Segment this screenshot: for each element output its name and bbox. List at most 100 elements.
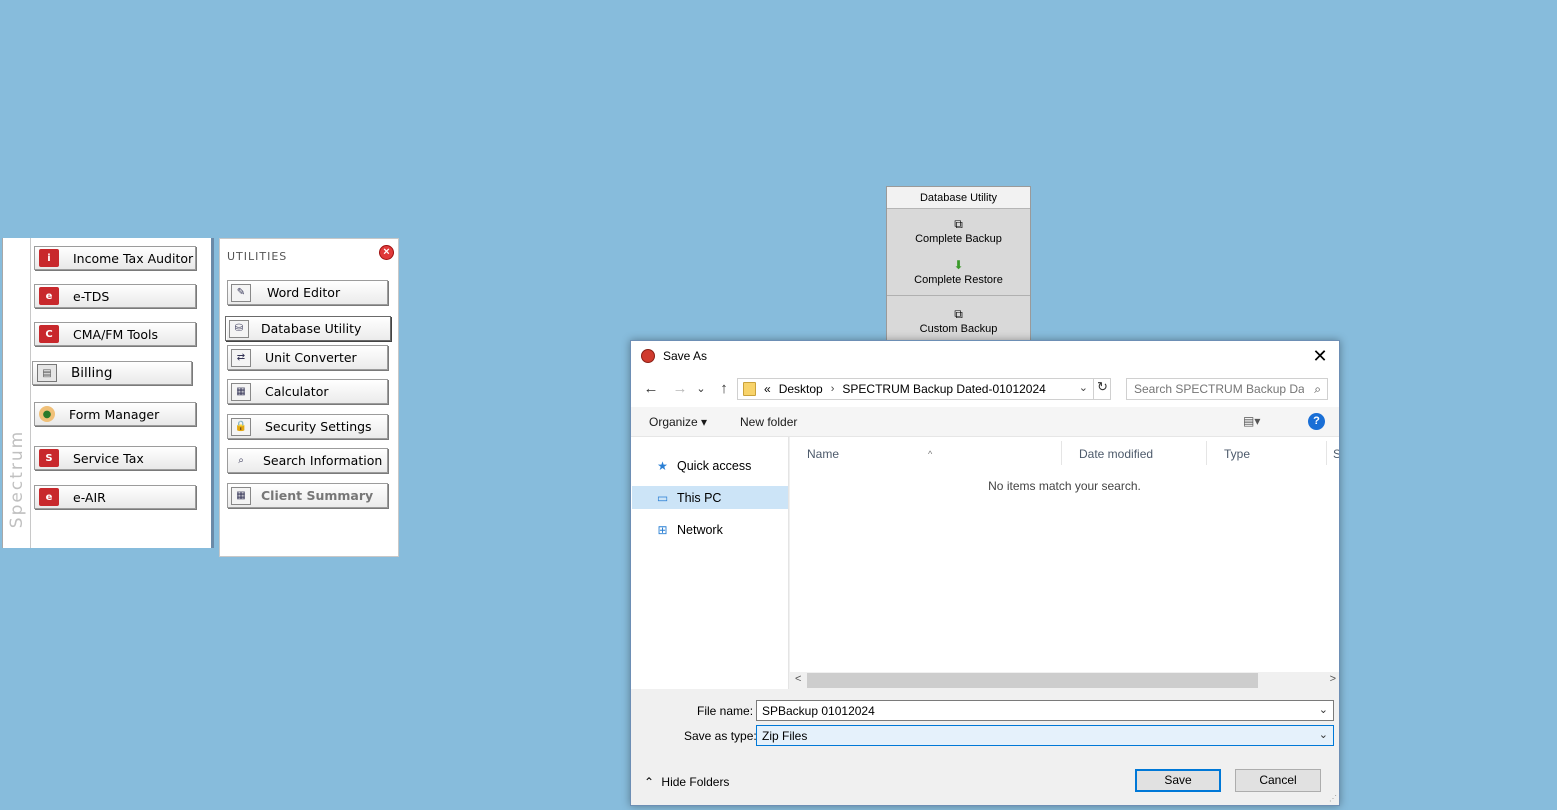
copy-icon: ⧉ xyxy=(954,217,963,231)
utility-word-editor[interactable]: ✎ Word Editor xyxy=(227,280,388,305)
scroll-right-icon[interactable]: > xyxy=(1330,673,1336,685)
app-button-eair[interactable]: e e-AIR xyxy=(34,485,196,509)
refresh-icon[interactable]: ↻ xyxy=(1093,379,1111,399)
chevron-down-icon[interactable]: ⌄ xyxy=(1319,728,1328,741)
complete-backup-label: Complete Backup xyxy=(915,233,1002,245)
calculator-icon: ▦ xyxy=(231,382,251,401)
chevron-down-icon[interactable]: ⌄ xyxy=(1319,703,1328,716)
app-button-label: Income Tax Auditor xyxy=(73,250,194,266)
app-button-label: Form Manager xyxy=(69,406,160,422)
forward-arrow-icon[interactable]: → xyxy=(670,380,690,398)
utility-label: Security Settings xyxy=(265,419,372,434)
utility-label: Unit Converter xyxy=(265,350,357,365)
utility-search-information[interactable]: ⌕ Search Information xyxy=(227,448,388,473)
resize-grip-icon[interactable]: ⋰ xyxy=(1329,794,1337,803)
nav-item-network[interactable]: ⊞ Network xyxy=(632,518,788,541)
dialog-title: Save As xyxy=(663,349,708,363)
star-icon: ★ xyxy=(657,458,668,473)
sort-ascending-icon: ^ xyxy=(928,449,933,459)
app-icon xyxy=(641,349,655,363)
column-header-type[interactable]: Type xyxy=(1207,441,1327,465)
column-header-label: Name xyxy=(807,447,840,461)
service-tax-icon: S xyxy=(39,449,59,467)
eair-icon: e xyxy=(39,488,59,506)
nav-item-this-pc[interactable]: ▭ This PC xyxy=(632,486,788,509)
complete-restore-label: Complete Restore xyxy=(914,274,1003,286)
close-icon[interactable]: × xyxy=(379,245,394,260)
save-as-type-select[interactable]: Zip Files ⌄ xyxy=(756,725,1334,746)
recent-locations-chevron-icon[interactable]: ⌄ xyxy=(694,380,708,398)
utility-label: Database Utility xyxy=(261,321,362,336)
spectrum-vertical-label: Spectrum xyxy=(7,429,28,529)
utility-label: Search Information xyxy=(263,453,383,468)
chevron-up-icon: ⌃ xyxy=(644,775,655,789)
nav-item-quick-access[interactable]: ★ Quick access xyxy=(632,454,788,477)
income-tax-icon: i xyxy=(39,249,59,267)
command-bar: Organize ▾ New folder ▤▾ ? xyxy=(631,407,1339,437)
column-header-date-modified[interactable]: Date modified xyxy=(1062,441,1207,465)
back-arrow-icon[interactable]: ← xyxy=(641,380,661,398)
utility-label: Calculator xyxy=(265,384,329,399)
hide-folders-button[interactable]: ⌃ Hide Folders xyxy=(644,775,729,789)
navigation-bar: ← → ⌄ ↑ « Desktop › SPECTRUM Backup Date… xyxy=(631,371,1339,407)
word-editor-icon: ✎ xyxy=(231,283,251,302)
utility-security-settings[interactable]: 🔒 Security Settings xyxy=(227,414,388,439)
save-button[interactable]: Save xyxy=(1135,769,1221,792)
app-button-form-manager[interactable]: ● Form Manager xyxy=(34,402,196,426)
view-options-icon[interactable]: ▤▾ xyxy=(1243,414,1260,428)
form-manager-person-icon: ● xyxy=(39,406,55,422)
app-button-cma-fm-tools[interactable]: C CMA/FM Tools xyxy=(34,322,196,346)
dialog-titlebar[interactable]: Save As ✕ xyxy=(631,341,1339,371)
breadcrumb-separator: › xyxy=(830,383,835,395)
breadcrumb-desktop[interactable]: Desktop xyxy=(779,382,823,396)
organize-button[interactable]: Organize ▾ xyxy=(649,415,707,429)
search-box[interactable]: ⌕ xyxy=(1126,378,1328,400)
cancel-button[interactable]: Cancel xyxy=(1235,769,1321,792)
app-button-label: Billing xyxy=(71,365,113,381)
popup-divider xyxy=(887,295,1030,296)
cma-icon: C xyxy=(39,325,59,343)
search-input[interactable] xyxy=(1134,382,1304,396)
complete-restore-button[interactable]: ⬇ Complete Restore xyxy=(887,259,1030,287)
address-bar[interactable]: « Desktop › SPECTRUM Backup Dated-010120… xyxy=(737,378,1111,400)
file-name-label: File name: xyxy=(697,704,754,718)
column-header-name[interactable]: Name ^ xyxy=(790,441,1062,465)
custom-backup-button[interactable]: ⧉ Custom Backup xyxy=(887,308,1030,336)
app-button-etds[interactable]: e e-TDS xyxy=(34,284,196,308)
custom-backup-label: Custom Backup xyxy=(919,323,998,335)
lock-icon: 🔒 xyxy=(231,417,251,436)
utility-unit-converter[interactable]: ⇄ Unit Converter xyxy=(227,345,388,370)
billing-book-icon: ▤ xyxy=(37,364,57,382)
close-icon[interactable]: ✕ xyxy=(1309,345,1331,367)
new-folder-button[interactable]: New folder xyxy=(740,415,797,429)
spectrum-side-strip: Spectrum xyxy=(3,238,31,548)
address-dropdown-icon[interactable]: ⌄ xyxy=(1079,381,1088,394)
column-header-label: S xyxy=(1333,447,1339,461)
breadcrumb-backup-folder[interactable]: SPECTRUM Backup Dated-01012024 xyxy=(842,382,1045,396)
app-button-income-tax-auditor[interactable]: i Income Tax Auditor xyxy=(34,246,196,270)
utility-calculator[interactable]: ▦ Calculator xyxy=(227,379,388,404)
app-button-billing[interactable]: ▤ Billing xyxy=(32,361,192,385)
scrollbar-thumb[interactable] xyxy=(807,673,1258,688)
file-name-value: SPBackup 01012024 xyxy=(762,703,875,718)
utility-database-utility[interactable]: ⛁ Database Utility xyxy=(225,316,391,341)
utility-label: Client Summary xyxy=(261,488,374,503)
column-header-size[interactable]: S xyxy=(1327,441,1339,465)
dialog-footer: File name: SPBackup 01012024 ⌄ Save as t… xyxy=(631,689,1339,805)
breadcrumb-overflow[interactable]: « xyxy=(764,382,771,396)
save-type-value: Zip Files xyxy=(762,728,808,743)
etds-icon: e xyxy=(39,287,59,305)
scroll-left-icon[interactable]: < xyxy=(795,673,801,685)
file-list: Name ^ Date modified Type S No items mat… xyxy=(790,437,1339,689)
utility-client-summary[interactable]: ▦ Client Summary xyxy=(227,483,388,508)
app-button-label: e-TDS xyxy=(73,288,110,304)
help-icon[interactable]: ? xyxy=(1308,413,1325,430)
app-button-service-tax[interactable]: S Service Tax xyxy=(34,446,196,470)
network-icon: ⊞ xyxy=(657,522,668,537)
complete-backup-button[interactable]: ⧉ Complete Backup xyxy=(887,217,1030,246)
file-name-field[interactable]: SPBackup 01012024 ⌄ xyxy=(756,700,1334,721)
horizontal-scrollbar[interactable]: < > xyxy=(790,672,1339,689)
database-utility-title: Database Utility xyxy=(887,187,1030,209)
nav-item-label: Quick access xyxy=(677,458,752,473)
up-arrow-icon[interactable]: ↑ xyxy=(714,380,734,398)
